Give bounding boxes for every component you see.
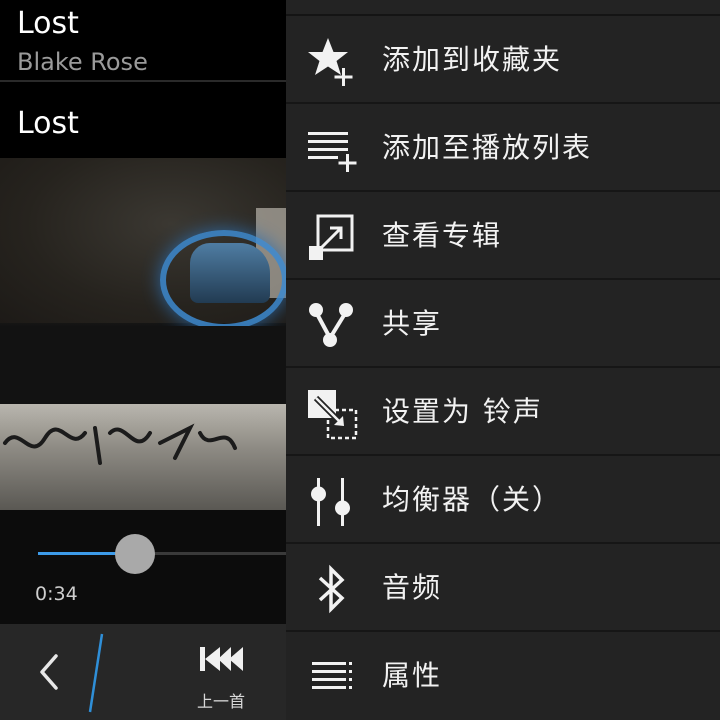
menu-item-add-to-playlist[interactable]: 添加至播放列表 bbox=[286, 104, 720, 192]
menu-item-label: 音频 bbox=[382, 571, 443, 604]
menu-item-equalizer[interactable]: 均衡器（关） bbox=[286, 456, 720, 544]
progress-knob[interactable] bbox=[115, 534, 155, 574]
now-playing-header: Lost Blake Rose bbox=[0, 0, 286, 80]
elapsed-time: 0:34 bbox=[35, 583, 78, 605]
menu-item-label: 添加到收藏夹 bbox=[382, 43, 563, 76]
chevron-left-icon bbox=[40, 654, 58, 690]
album-art-graffiti bbox=[3, 423, 237, 465]
previous-track-label: 上一首 bbox=[196, 692, 245, 711]
open-album-icon bbox=[309, 214, 354, 260]
previous-track-button[interactable]: 上一首 bbox=[186, 640, 256, 718]
menu-item-label: 属性 bbox=[382, 659, 443, 692]
menu-item-view-album[interactable]: 查看专辑 bbox=[286, 192, 720, 280]
back-button[interactable] bbox=[30, 650, 70, 694]
properties-list-icon bbox=[312, 662, 352, 689]
star-plus-icon bbox=[308, 38, 353, 86]
album-art bbox=[0, 158, 286, 510]
menu-item-label: 共享 bbox=[382, 307, 443, 340]
action-bar-divider bbox=[88, 633, 104, 713]
share-icon bbox=[309, 303, 353, 347]
song-name: Lost bbox=[17, 106, 79, 141]
menu-item-add-to-favorites[interactable]: 添加到收藏夹 bbox=[286, 16, 720, 104]
menu-item-audio[interactable]: 音频 bbox=[286, 544, 720, 632]
track-title: Lost bbox=[17, 6, 79, 41]
bluetooth-icon bbox=[318, 564, 345, 614]
playlist-add-icon bbox=[308, 132, 357, 172]
menu-item-label: 查看专辑 bbox=[382, 219, 503, 252]
track-artist: Blake Rose bbox=[17, 48, 148, 76]
skip-previous-icon bbox=[200, 647, 243, 671]
album-art-band bbox=[0, 326, 286, 404]
menu-item-properties[interactable]: 属性 bbox=[286, 632, 720, 720]
menu-item-label: 设置为 铃声 bbox=[382, 395, 543, 428]
media-player: Lost Blake Rose Lost 0:34 上一首 bbox=[0, 0, 286, 720]
menu-item-label: 均衡器（关） bbox=[382, 483, 563, 516]
menu-item-set-as-ringtone[interactable]: 设置为 铃声 bbox=[286, 368, 720, 456]
album-art-shoe bbox=[190, 243, 270, 303]
equalizer-icon bbox=[311, 478, 350, 526]
overflow-menu: 添加到收藏夹 添加至播放列表 查看专辑 共享 设置为 铃声 均衡器（关） 音频 … bbox=[286, 0, 720, 720]
menu-item-share[interactable]: 共享 bbox=[286, 280, 720, 368]
header-divider bbox=[0, 80, 286, 82]
menu-item-label: 添加至播放列表 bbox=[382, 131, 593, 164]
set-ringtone-icon bbox=[308, 390, 358, 440]
